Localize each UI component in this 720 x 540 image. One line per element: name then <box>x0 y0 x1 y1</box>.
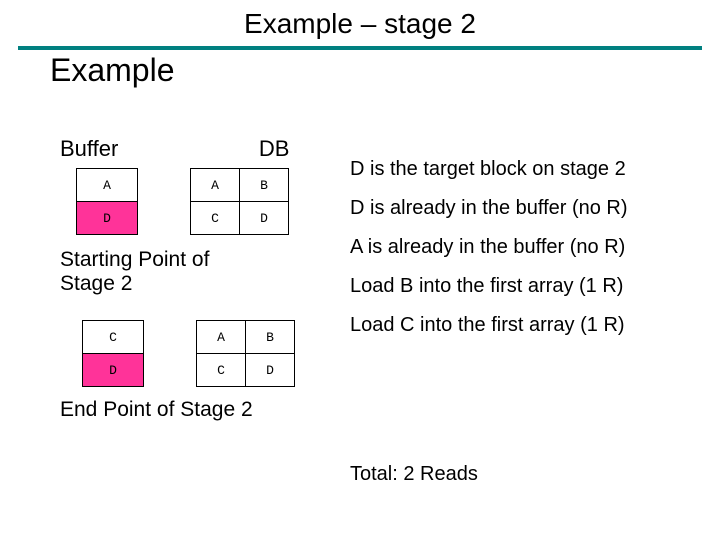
start-caption: Starting Point of Stage 2 <box>60 248 209 296</box>
end-db-cell: A <box>197 321 246 354</box>
note-line: A is already in the buffer (no R) <box>350 236 695 259</box>
start-db-cell: C <box>191 202 240 235</box>
end-buffer-grid: C D <box>82 320 144 387</box>
end-db-cell: C <box>197 354 246 387</box>
slide-subheader: Example <box>0 50 720 89</box>
note-line: D is the target block on stage 2 <box>350 158 695 181</box>
note-line: Load B into the first array (1 R) <box>350 275 695 298</box>
total-line: Total: 2 Reads <box>350 463 478 486</box>
end-db-grid: A B C D <box>196 320 295 387</box>
column-headers: Buffer DB <box>60 136 360 162</box>
start-caption-line2: Stage 2 <box>60 272 132 295</box>
end-db-cell: D <box>246 354 295 387</box>
note-line: D is already in the buffer (no R) <box>350 197 695 220</box>
db-header: DB <box>214 136 334 162</box>
end-buffer-cell: D <box>83 354 144 387</box>
end-db-cell: B <box>246 321 295 354</box>
start-buffer-cell: A <box>77 169 138 202</box>
end-caption: End Point of Stage 2 <box>60 398 253 422</box>
start-buffer-grid: A D <box>76 168 138 235</box>
start-db-cell: A <box>191 169 240 202</box>
start-buffer-cell: D <box>77 202 138 235</box>
notes-column: D is the target block on stage 2 D is al… <box>350 158 695 353</box>
buffer-header: Buffer <box>60 136 180 162</box>
start-caption-line1: Starting Point of <box>60 248 209 271</box>
start-db-cell: B <box>240 169 289 202</box>
slide: Example – stage 2 Example Buffer DB A D … <box>0 0 720 540</box>
note-line: Load C into the first array (1 R) <box>350 314 695 337</box>
start-db-cell: D <box>240 202 289 235</box>
slide-title: Example – stage 2 <box>0 0 720 40</box>
start-db-grid: A B C D <box>190 168 289 235</box>
end-buffer-cell: C <box>83 321 144 354</box>
